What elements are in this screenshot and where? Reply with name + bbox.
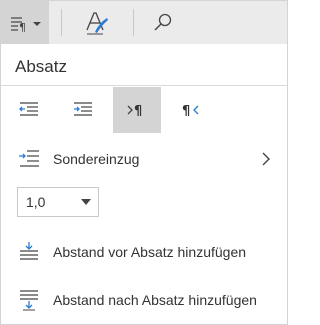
special-indent-label: Sondereinzug [53,151,140,167]
toolbar: ¶ [1,1,287,44]
space-before-label: Abstand vor Absatz hinzufügen [53,244,247,260]
svg-text:¶: ¶ [182,104,190,119]
text-style-icon [86,11,108,34]
search-button[interactable] [139,1,187,44]
header-divider [1,85,287,86]
space-before-row[interactable]: Abstand vor Absatz hinzufügen [1,232,287,272]
chevron-right-icon [262,152,270,166]
chevron-down-icon [33,21,41,26]
special-indent-icon [19,150,39,167]
toolbar-separator [133,9,134,36]
special-indent-row[interactable]: Sondereinzug [1,139,287,179]
line-spacing-value: 1,0 [26,194,46,210]
search-icon [154,13,172,30]
right-to-left-paragraph-icon: ¶ [182,104,199,119]
right-to-left-button[interactable]: ¶ [167,87,215,133]
svg-text:¶: ¶ [19,21,26,33]
space-after-label: Abstand nach Absatz hinzufügen [53,292,257,308]
increase-indent-icon [74,102,92,116]
toolbar-separator [61,9,62,36]
paragraph-format-icon: ¶ [11,16,41,33]
decrease-indent-button[interactable] [5,87,53,133]
paragraph-panel: ¶ Absatz ¶ ¶ Sondereinzug 1,0 Abstand vo… [0,0,288,325]
chevron-down-icon [81,199,91,205]
space-after-icon [20,290,38,311]
line-spacing-dropdown[interactable]: 1,0 [17,187,99,217]
paragraph-format-button[interactable]: ¶ [1,1,49,44]
increase-indent-button[interactable] [59,87,107,133]
decrease-indent-icon [19,102,38,116]
left-to-right-button[interactable]: ¶ [113,87,161,133]
section-title: Absatz [15,57,67,76]
svg-text:¶: ¶ [134,104,142,119]
space-before-icon [20,242,38,260]
left-to-right-paragraph-icon: ¶ [127,104,142,119]
text-style-button[interactable] [73,1,121,44]
space-after-row[interactable]: Abstand nach Absatz hinzufügen [1,280,287,320]
